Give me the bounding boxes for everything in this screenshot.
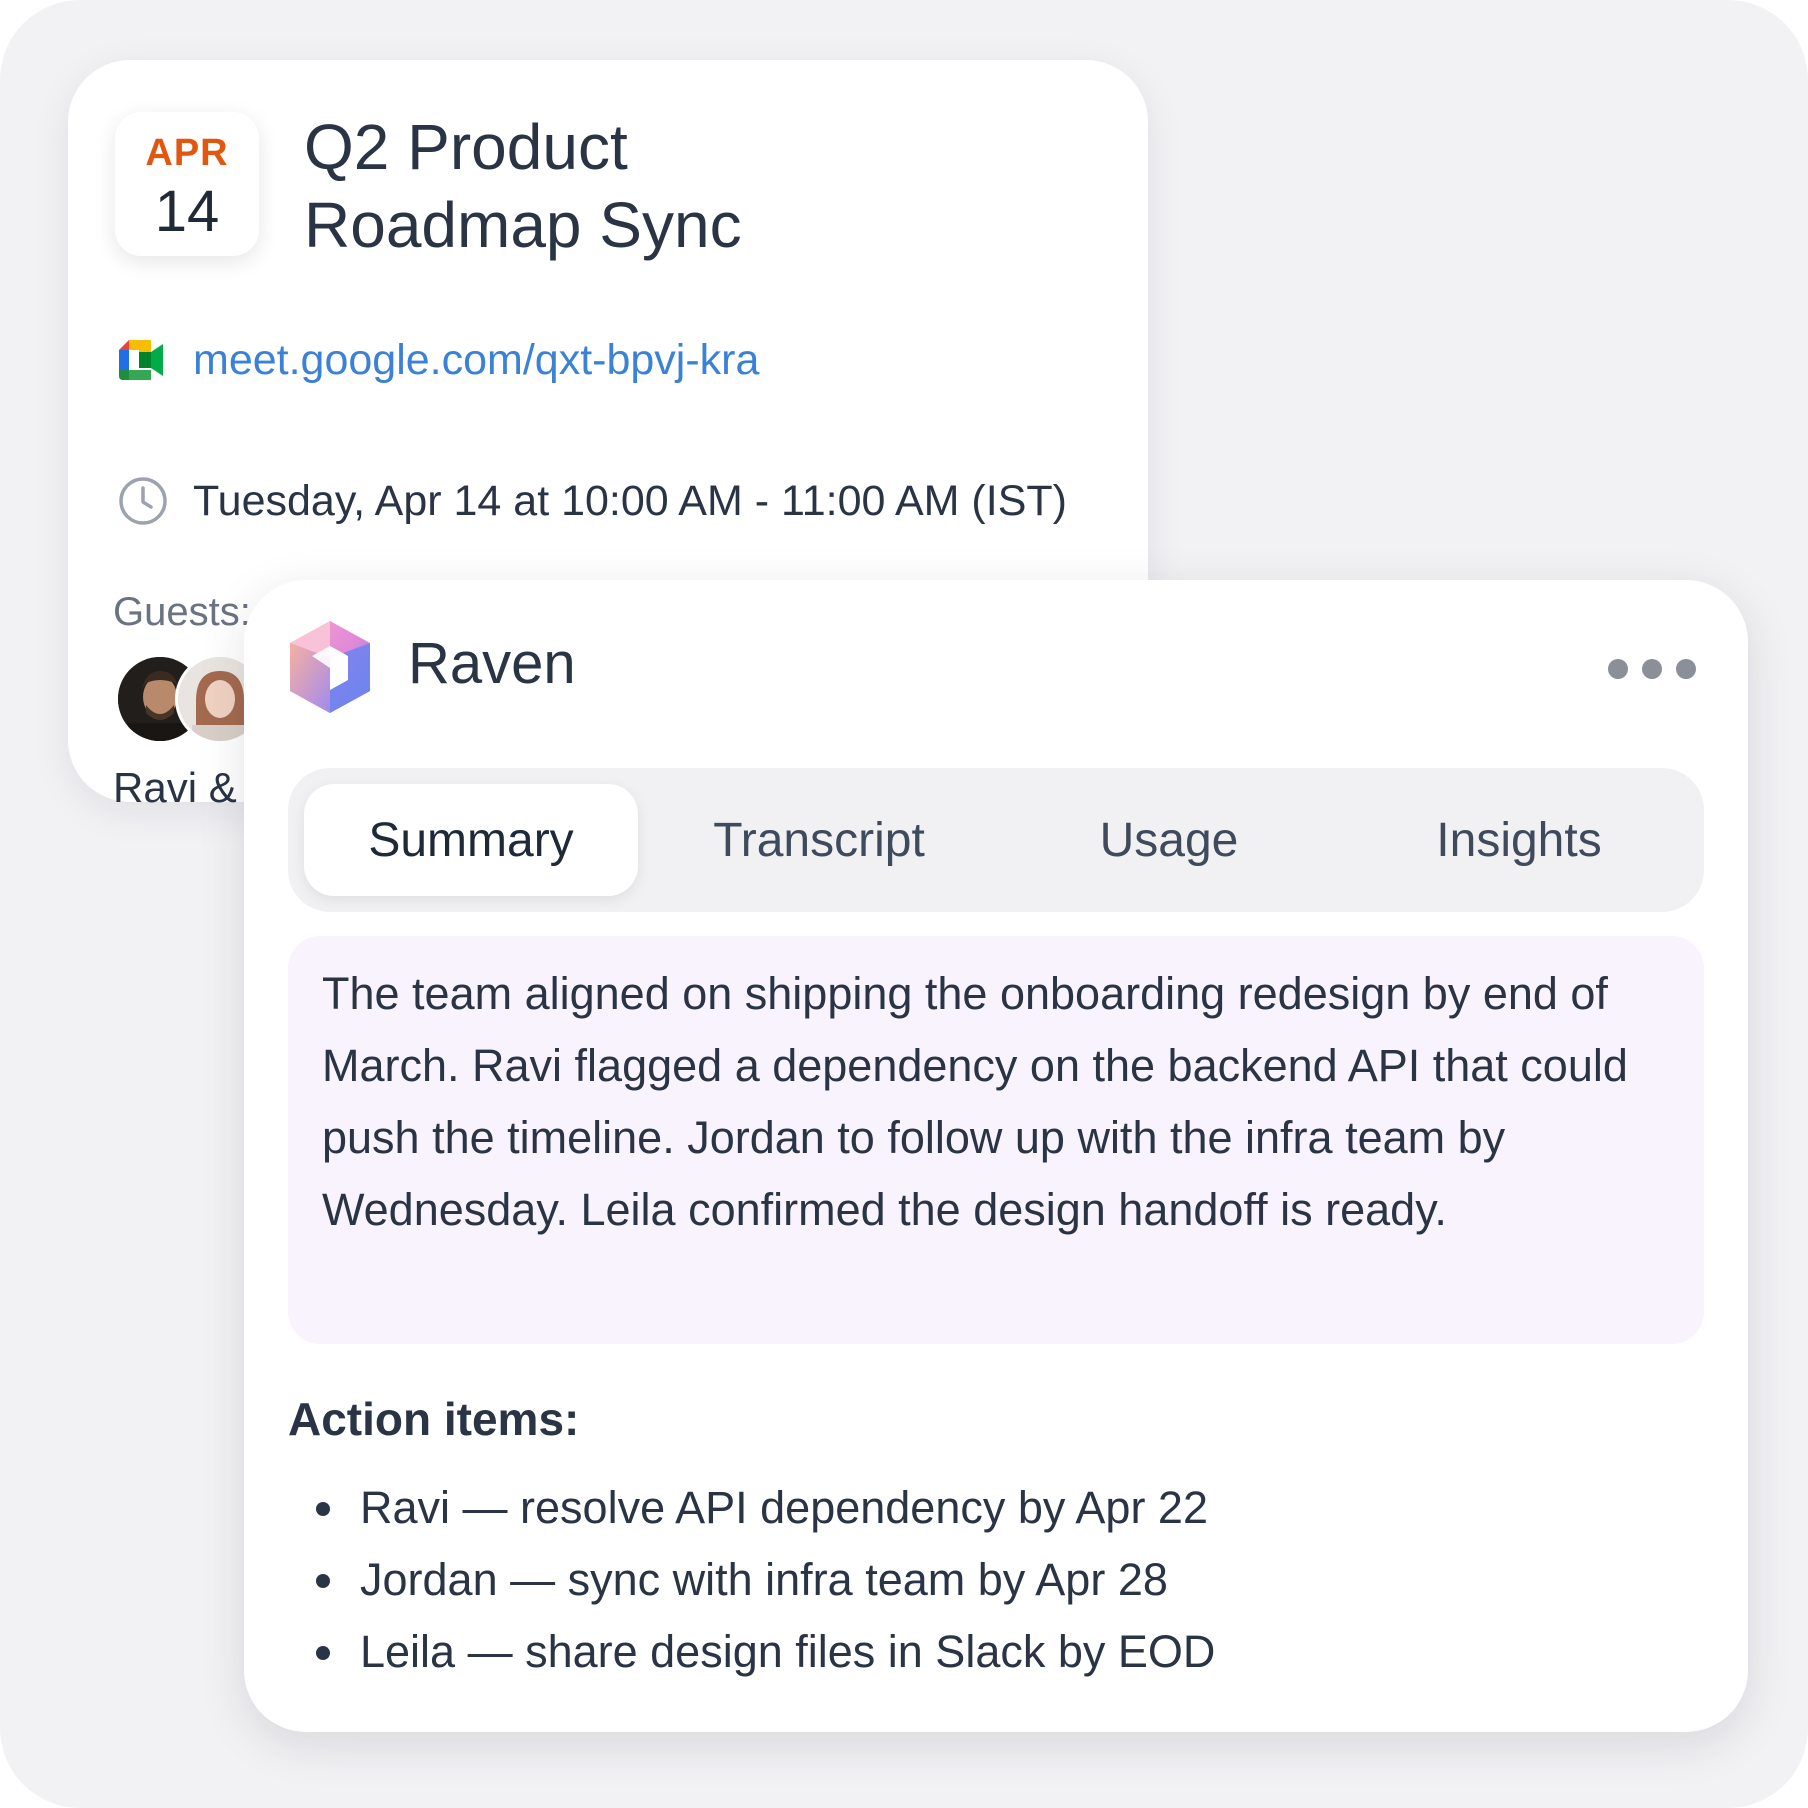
event-time-row: Tuesday, Apr 14 at 10:00 AM - 11:00 AM (… [117,473,1067,529]
more-options-button[interactable] [1608,656,1696,682]
event-time: Tuesday, Apr 14 at 10:00 AM - 11:00 AM (… [193,476,1067,525]
more-dots-icon [1676,659,1696,679]
date-badge: APR 14 [115,112,259,256]
event-title: Q2 Product Roadmap Sync [304,111,742,261]
action-item-text: Jordan — sync with infra team by Apr 28 [360,1554,1168,1605]
list-item: Jordan — sync with infra team by Apr 28 [288,1544,1215,1616]
more-dots-icon [1642,659,1662,679]
action-item-text: Leila — share design files in Slack by E… [360,1626,1216,1677]
tab-insights[interactable]: Insights [1352,784,1686,896]
date-month: APR [145,132,229,174]
tab-bar: Summary Transcript Usage Insights [288,768,1704,912]
raven-logo [290,621,370,713]
date-day: 14 [154,179,220,244]
action-items-title: Action items: [288,1393,580,1445]
google-meet-icon [119,340,163,380]
meet-link[interactable]: meet.google.com/qxt-bpvj-kra [193,336,759,385]
guest-names: Ravi & [113,764,237,811]
bullet-icon [316,1502,330,1516]
action-item-text: Ravi — resolve API dependency by Apr 22 [360,1482,1208,1533]
tab-summary[interactable]: Summary [304,784,638,896]
tab-transcript[interactable]: Transcript [652,784,986,896]
tab-usage[interactable]: Usage [1002,784,1336,896]
canvas-background: APR 14 Q2 Product Roadmap Sync meet.goog… [0,0,1808,1808]
action-items-list: Ravi — resolve API dependency by Apr 22 … [288,1472,1215,1688]
app-name: Raven [408,631,576,696]
summary-box: The team aligned on shipping the onboard… [288,936,1704,1344]
bullet-icon [316,1646,330,1660]
raven-card: Raven Summary Transcript Usage Insights … [244,580,1748,1732]
bullet-icon [316,1574,330,1588]
guests-label: Guests: [113,590,251,634]
more-dots-icon [1608,659,1628,679]
list-item: Leila — share design files in Slack by E… [288,1616,1215,1688]
meet-link-row[interactable]: meet.google.com/qxt-bpvj-kra [117,332,759,388]
list-item: Ravi — resolve API dependency by Apr 22 [288,1472,1215,1544]
clock-icon [119,477,167,525]
summary-text: The team aligned on shipping the onboard… [322,968,1628,1235]
